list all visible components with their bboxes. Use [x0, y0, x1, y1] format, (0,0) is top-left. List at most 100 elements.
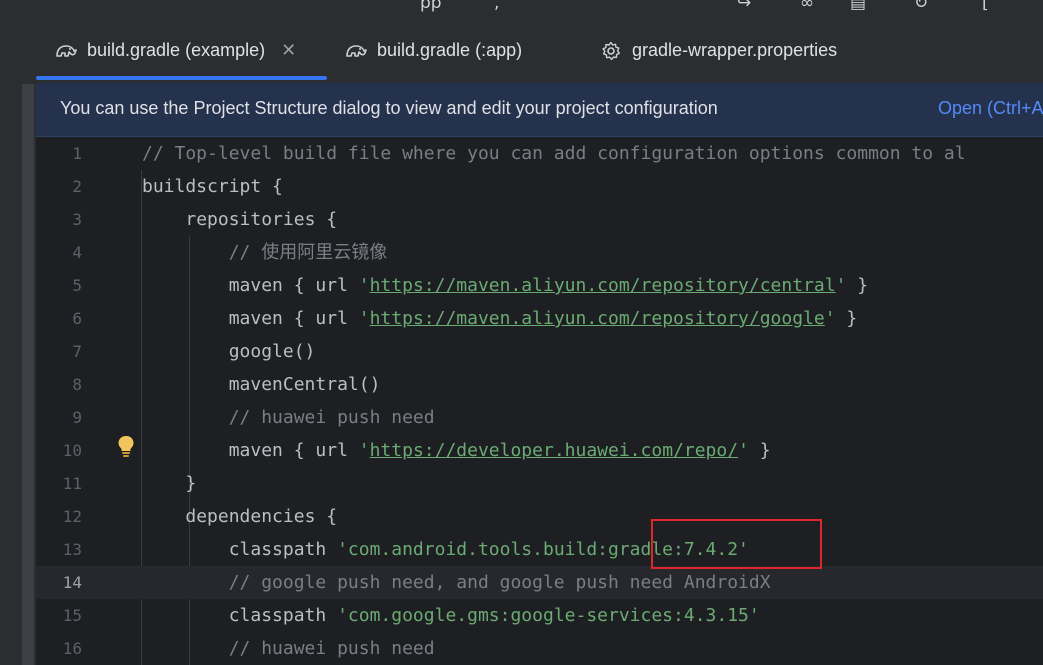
code-line[interactable]: 15 classpath 'com.google.gms:google-serv… — [36, 599, 1043, 632]
code-text: } — [142, 467, 196, 500]
line-number: 10 — [62, 441, 82, 460]
code-token: google() — [228, 341, 316, 362]
code-line[interactable]: 9 // huawei push need — [36, 401, 1043, 434]
code-line[interactable]: 16 // huawei push need — [36, 632, 1043, 665]
code-line[interactable]: 6 maven { url 'https://maven.aliyun.com/… — [36, 302, 1043, 335]
code-comment: // Top-level build file where you can ad… — [142, 143, 966, 164]
code-comment: // google push need, and google push nee… — [228, 572, 771, 593]
code-token: classpath — [228, 605, 338, 626]
line-number: 9 — [72, 408, 82, 427]
title-fragment-icon: pp — [420, 0, 442, 13]
line-number: 3 — [72, 210, 82, 229]
tab-label: build.gradle (example) — [87, 40, 266, 60]
code-line[interactable]: 12 dependencies { — [36, 500, 1043, 533]
url-link[interactable]: https://developer.huawei.com/repo/ — [370, 440, 738, 461]
close-icon[interactable]: ✕ — [281, 40, 296, 61]
code-line[interactable]: 11 } — [36, 467, 1043, 500]
banner-open-link[interactable]: Open (Ctrl+A — [938, 98, 1043, 119]
code-token: maven { url — [228, 308, 359, 329]
url-link[interactable]: https://maven.aliyun.com/repository/goog… — [370, 308, 825, 329]
code-line[interactable]: 14 // google push need, and google push … — [36, 566, 1043, 599]
line-number: 6 — [72, 309, 82, 328]
tab-label: gradle-wrapper.properties — [632, 40, 838, 60]
code-line[interactable]: 10 maven { url 'https://developer.huawei… — [36, 434, 1043, 467]
line-number: 16 — [62, 639, 82, 658]
line-number: 12 — [62, 507, 82, 526]
code-line[interactable]: 13 classpath 'com.android.tools.build:gr… — [36, 533, 1043, 566]
debug-icon[interactable]: ∞ — [800, 0, 814, 13]
menu-fragment-icon: ’ — [85, 0, 91, 13]
code-string: ' — [358, 308, 370, 329]
gradle-elephant-icon — [54, 39, 78, 63]
code-token: mavenCentral() — [228, 374, 381, 395]
tab-gradle-wrapper-properties[interactable]: gradle-wrapper.properties — [599, 18, 837, 83]
code-string: 'com.google.gms:google-services:4.3.15' — [337, 605, 760, 626]
active-tab-indicator — [36, 76, 327, 80]
code-text: // huawei push need — [142, 401, 435, 434]
code-string: ' — [738, 440, 749, 461]
line-number: 8 — [72, 375, 82, 394]
code-line[interactable]: 5 maven { url 'https://maven.aliyun.com/… — [36, 269, 1043, 302]
code-line[interactable]: 4 // 使用阿里云镜像 — [36, 236, 1043, 269]
code-line[interactable]: 7 google() — [36, 335, 1043, 368]
code-string: ' — [824, 308, 836, 329]
left-scrollbar[interactable] — [22, 84, 34, 665]
code-text: buildscript { — [142, 170, 283, 203]
code-token: buildscript { — [142, 176, 283, 197]
line-number: 13 — [62, 540, 82, 559]
tab-build-gradle-example[interactable]: build.gradle (example) ✕ — [54, 18, 296, 83]
code-text: dependencies { — [142, 500, 337, 533]
tab-label: build.gradle (:app) — [377, 40, 523, 60]
tab-build-gradle-app[interactable]: build.gradle (:app) — [344, 18, 522, 83]
code-token: } — [748, 440, 771, 461]
code-text: repositories { — [142, 203, 337, 236]
code-text: // Top-level build file where you can ad… — [142, 137, 966, 170]
left-gutter-strip — [0, 18, 36, 665]
code-string: ' — [358, 275, 370, 296]
line-number: 15 — [62, 606, 82, 625]
code-token: repositories { — [185, 209, 338, 230]
run-config-icon[interactable]: ↪ — [737, 0, 751, 13]
title-fragment-icon: , — [494, 0, 500, 13]
code-token: } — [835, 308, 858, 329]
sync-icon[interactable]: ↻ — [914, 0, 928, 13]
code-token: maven { url — [228, 440, 359, 461]
url-link[interactable]: https://maven.aliyun.com/repository/cent… — [370, 275, 836, 296]
line-number: 7 — [72, 342, 82, 361]
code-editor[interactable]: 1 // Top-level build file where you can a… — [36, 137, 1043, 665]
code-comment: // 使用阿里云镜像 — [228, 242, 388, 263]
line-number: 5 — [72, 276, 82, 295]
project-structure-banner: You can use the Project Structure dialog… — [36, 83, 1043, 137]
code-token: classpath — [228, 539, 338, 560]
code-text: maven { url 'https://maven.aliyun.com/re… — [142, 269, 868, 302]
code-line[interactable]: 2 buildscript { — [36, 170, 1043, 203]
gradle-elephant-icon — [344, 39, 368, 63]
line-number: 4 — [72, 243, 82, 262]
lightbulb-icon[interactable] — [115, 434, 137, 458]
bracket-icon[interactable]: [ — [982, 0, 989, 13]
code-token: maven { url — [228, 275, 359, 296]
code-line[interactable]: 1 // Top-level build file where you can a… — [36, 137, 1043, 170]
code-comment: // huawei push need — [228, 407, 435, 428]
code-comment: // huawei push need — [228, 638, 435, 659]
line-number: 2 — [72, 177, 82, 196]
code-text: maven { url 'https://developer.huawei.co… — [142, 434, 771, 467]
code-text: mavenCentral() — [142, 368, 381, 401]
title-bar: ’ pp , ↪ ∞ ▤ ↻ [ — [0, 0, 1043, 18]
code-text: // 使用阿里云镜像 — [142, 236, 388, 269]
code-line[interactable]: 3 repositories { — [36, 203, 1043, 236]
layout-icon[interactable]: ▤ — [850, 0, 866, 13]
gear-icon — [599, 39, 623, 63]
banner-message: You can use the Project Structure dialog… — [60, 98, 718, 118]
code-line[interactable]: 8 mavenCentral() — [36, 368, 1043, 401]
